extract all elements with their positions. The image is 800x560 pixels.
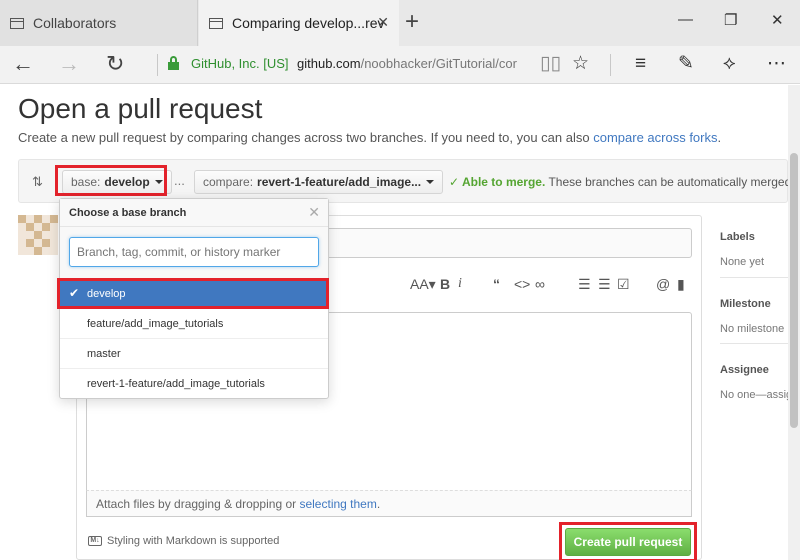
browser-tab-bar: Collaborators Comparing develop...rev ✕ … xyxy=(0,0,800,46)
web-note-icon[interactable]: ✎ xyxy=(678,52,694,76)
milestone-heading: Milestone xyxy=(720,298,771,310)
sidebar-labels[interactable]: Labels None yet xyxy=(720,231,788,268)
highlight-develop-branch xyxy=(57,278,329,309)
scrollbar-thumb[interactable] xyxy=(790,153,798,428)
assignee-heading: Assignee xyxy=(720,364,769,376)
markdown-note: M↓ Styling with Markdown is supported xyxy=(88,535,279,547)
compare-branch-button[interactable]: compare: revert-1-feature/add_image... xyxy=(194,170,444,194)
favorite-star-icon[interactable]: ☆ xyxy=(572,52,589,76)
attach-end: . xyxy=(376,497,381,511)
page-title: Open a pull request xyxy=(18,93,263,124)
check-icon: ✓ xyxy=(449,175,462,189)
page-content: Open a pull request Create a new pull re… xyxy=(0,85,788,560)
url-path: /noobhacker/GitTutorial/cor xyxy=(360,56,517,71)
page-icon xyxy=(209,17,223,29)
compare-across-forks-link[interactable]: compare across forks xyxy=(593,130,717,145)
page-icon xyxy=(10,17,24,29)
highlight-base-branch xyxy=(55,165,167,196)
bold-icon[interactable]: B xyxy=(440,276,450,292)
lock-icon[interactable] xyxy=(168,56,179,70)
tab-label: Collaborators xyxy=(33,15,117,31)
forward-arrow-icon[interactable]: → xyxy=(58,50,80,78)
merge-status: ✓ Able to merge. These branches can be a… xyxy=(449,175,788,189)
page-scrollbar[interactable] xyxy=(788,85,800,560)
divider xyxy=(157,54,158,76)
bookmark-icon[interactable]: ▮ xyxy=(677,276,685,293)
text-size-icon[interactable]: AA▾ xyxy=(410,276,436,293)
markdown-note-text[interactable]: Styling with Markdown is supported xyxy=(107,535,279,547)
sidebar-milestone[interactable]: Milestone No milestone xyxy=(720,298,788,335)
attach-files-bar[interactable]: Attach files by dragging & dropping or s… xyxy=(86,490,692,517)
divider xyxy=(720,277,788,278)
branch-name: feature/add_image_tutorials xyxy=(87,318,224,330)
labels-heading: Labels xyxy=(720,231,755,243)
mention-icon[interactable]: @ xyxy=(656,276,670,292)
divider xyxy=(720,343,788,344)
merge-status-detail: These branches can be automatically merg… xyxy=(548,175,788,189)
avatar[interactable] xyxy=(18,215,58,255)
url-field[interactable]: github.com/noobhacker/GitTutorial/cor xyxy=(297,56,523,71)
minimize-icon[interactable]: — xyxy=(678,11,693,28)
attach-text: Attach files by dragging & dropping or xyxy=(96,497,297,511)
dropdown-title: Choose a base branch xyxy=(69,207,187,219)
milestone-value: No milestone xyxy=(720,323,785,335)
markdown-icon: M↓ xyxy=(88,536,102,546)
site-identity[interactable]: GitHub, Inc. [US] xyxy=(191,56,289,71)
close-tab-icon[interactable]: ✕ xyxy=(377,14,389,31)
share-icon[interactable]: ⟡ xyxy=(723,52,736,76)
refresh-icon[interactable]: ↻ xyxy=(106,50,124,78)
close-window-icon[interactable]: ✕ xyxy=(771,11,784,29)
back-arrow-icon[interactable]: ← xyxy=(12,50,34,78)
reading-view-icon[interactable]: ▯▯ xyxy=(540,52,561,76)
merge-status-label: Able to merge. xyxy=(461,175,546,189)
tab-label: Comparing develop...rev xyxy=(232,15,385,31)
tab-comparing[interactable]: Comparing develop...rev ✕ xyxy=(199,0,399,46)
sidebar-assignee[interactable]: Assignee No one—assign yourself xyxy=(720,364,788,401)
subtitle-end: . xyxy=(717,130,722,145)
branch-item-feature-add-image-tutorials[interactable]: feature/add_image_tutorials xyxy=(60,309,328,339)
range-ellipsis: ... xyxy=(174,173,185,188)
code-icon[interactable]: <> xyxy=(514,276,530,292)
hub-icon[interactable]: ≡ xyxy=(635,52,646,76)
link-icon[interactable]: ∞ xyxy=(535,276,545,292)
divider xyxy=(610,54,611,76)
select-files-link[interactable]: selecting them xyxy=(299,497,376,511)
branch-item-revert-1[interactable]: revert-1-feature/add_image_tutorials xyxy=(60,369,328,399)
caret-down-icon xyxy=(426,180,435,184)
italic-icon[interactable]: i xyxy=(458,276,462,292)
branch-name: revert-1-feature/add_image_tutorials xyxy=(87,378,265,390)
numbered-list-icon[interactable]: ☰ xyxy=(598,276,611,293)
dropdown-filter xyxy=(60,227,328,279)
subtitle-text: Create a new pull request by comparing c… xyxy=(18,130,590,145)
tab-collaborators[interactable]: Collaborators xyxy=(0,0,198,46)
labels-value: None yet xyxy=(720,256,765,268)
bullet-list-icon[interactable]: ☰ xyxy=(578,276,591,293)
compare-label: compare: xyxy=(203,175,254,189)
new-tab-icon[interactable]: + xyxy=(405,9,419,35)
branch-name: master xyxy=(87,348,121,360)
highlight-create-button xyxy=(559,522,697,560)
more-icon[interactable]: ⋯ xyxy=(767,52,786,76)
branch-item-master[interactable]: master xyxy=(60,339,328,369)
maximize-icon[interactable]: ❐ xyxy=(724,11,737,29)
assignee-value: No one—assign yourself xyxy=(720,389,788,401)
close-icon[interactable]: ✕ xyxy=(308,204,320,221)
url-host: github.com xyxy=(297,56,361,71)
address-bar: ← → ↻ GitHub, Inc. [US] github.com/noobh… xyxy=(0,46,800,84)
task-list-icon[interactable]: ☑ xyxy=(617,276,630,293)
page-subtitle: Create a new pull request by comparing c… xyxy=(18,130,721,145)
compare-value: revert-1-feature/add_image... xyxy=(257,175,422,189)
compare-arrows-icon: ⇅ xyxy=(32,174,43,189)
branch-filter-input[interactable] xyxy=(69,237,319,267)
dropdown-header: Choose a base branch ✕ xyxy=(60,199,328,227)
quote-icon[interactable]: “ xyxy=(493,276,500,292)
